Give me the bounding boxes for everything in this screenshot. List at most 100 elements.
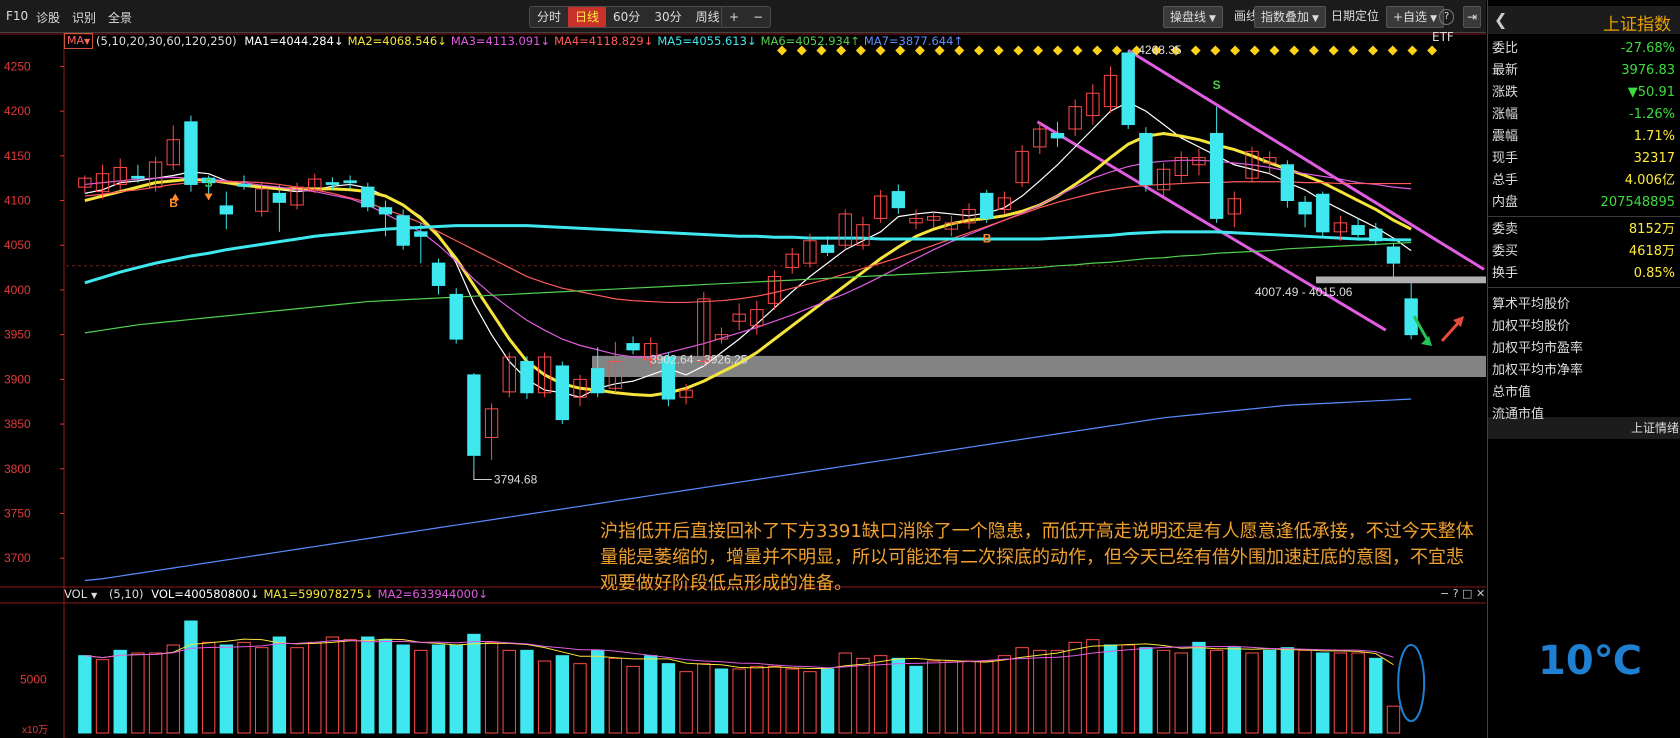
volume-bar: [396, 644, 410, 734]
watchlist-label: +自选: [1393, 10, 1428, 24]
ma-legend-item: MA4=4118.829↓: [554, 34, 654, 48]
event-marker-diamond: [1013, 45, 1024, 56]
volume-bar: [1280, 647, 1295, 734]
quote-row-value: 32317: [1633, 151, 1675, 166]
quote-row-value: 1.71%: [1633, 129, 1675, 144]
period-daily[interactable]: 日线: [568, 7, 607, 27]
etf-link[interactable]: ETF: [1432, 30, 1454, 44]
order-row: 换手 0.85%: [1492, 263, 1675, 285]
candle: [449, 288, 463, 344]
watchlist-button[interactable]: +自选 ▼: [1386, 6, 1444, 28]
candle: [467, 373, 481, 469]
period-60min[interactable]: 60分: [606, 7, 647, 27]
volume-bar: [1174, 652, 1188, 734]
candle: [1103, 66, 1118, 113]
divider: [1488, 287, 1680, 288]
volume-bar: [537, 660, 552, 734]
volume-bar: [237, 641, 251, 734]
event-marker-diamond: [1052, 45, 1063, 56]
sentiment-label: 上证情绪: [1630, 421, 1679, 435]
sell-signal-marker: S: [1213, 78, 1221, 92]
quote-row-label: 内盘: [1492, 195, 1519, 210]
volume-bar: [714, 668, 729, 734]
volume-bar: [1192, 641, 1206, 734]
candle-body: [1280, 164, 1295, 202]
date-locate-button[interactable]: 日期定位: [1325, 6, 1385, 26]
candle: [626, 336, 640, 355]
volume-bar: [325, 636, 340, 734]
volume-bar: [431, 644, 446, 734]
candle: [1174, 151, 1188, 183]
red-up-arrow-icon: [1440, 319, 1462, 343]
sell-signal-marker: S: [205, 176, 213, 190]
candle: [590, 347, 605, 398]
period-30min[interactable]: 30分: [647, 7, 688, 27]
candle-body: [626, 343, 640, 351]
candle: [785, 247, 799, 274]
quote-row-value: -27.68%: [1620, 41, 1675, 56]
order-row-value: 4618万: [1628, 244, 1675, 259]
chevron-left-icon[interactable]: ❮: [1494, 10, 1507, 29]
price-tick-label: 4150: [4, 149, 31, 163]
candle: [1050, 121, 1065, 147]
volume-bar: [1316, 652, 1330, 734]
candle: [767, 270, 782, 310]
zoom-in-button[interactable]: +: [722, 7, 746, 27]
quote-row-label: 震幅: [1492, 129, 1519, 144]
candle: [184, 115, 198, 192]
volume-bar: [1386, 705, 1401, 734]
ma-indicator-select[interactable]: MA▼: [64, 33, 94, 49]
nav-panorama[interactable]: 全景: [108, 9, 132, 26]
period-intraday[interactable]: 分时: [530, 7, 568, 27]
nav-identify[interactable]: 识别: [72, 9, 96, 26]
price-annotations: 3794.68 4268.35 3902.64 - 3926.25 4007.49 -…: [473, 43, 1353, 486]
candle: [1139, 127, 1153, 192]
quote-row-value: 4.006亿: [1624, 173, 1675, 188]
candle: [555, 361, 570, 425]
help-icon[interactable]: ?: [1439, 9, 1455, 25]
ma-line-ma6: [84, 241, 1412, 334]
candlesticks: [78, 50, 1418, 469]
price-tick-label: 3900: [4, 372, 31, 386]
low-pointer: [473, 468, 492, 480]
event-marker-diamond: [1210, 45, 1221, 56]
candle: [891, 184, 906, 214]
quote-row: 涨跌 ▼50.91: [1492, 82, 1675, 104]
index-overlay-button[interactable]: 指数叠加 ▼: [1254, 6, 1326, 28]
candle: [838, 209, 852, 250]
vol-params: (5,10): [108, 587, 144, 601]
quote-row-label: 现手: [1492, 151, 1519, 166]
volume-bar: [308, 641, 322, 734]
volume-bar: [1369, 657, 1383, 734]
event-marker-diamond: [1289, 45, 1300, 56]
volume-bar: [467, 633, 481, 734]
volume-bar: [926, 660, 941, 734]
volume-bar: [361, 636, 375, 734]
collapse-panel-icon[interactable]: ⇥: [1463, 6, 1482, 28]
nav-diagnose[interactable]: 诊股: [36, 9, 60, 26]
quote-row-value: 3976.83: [1621, 63, 1675, 78]
candle: [573, 374, 587, 407]
volume-bar: [1033, 649, 1047, 734]
volume-bar: [573, 663, 587, 734]
candle-body: [361, 186, 375, 208]
trading-line-button[interactable]: 操盘线 ▼: [1163, 6, 1223, 28]
nav-f10[interactable]: F10: [6, 9, 28, 23]
buy-signal-marker: B: [983, 232, 992, 246]
quote-row: 涨幅 -1.26%: [1492, 104, 1675, 126]
event-marker-diamond: [1072, 45, 1083, 56]
price-tick-label: 3750: [4, 506, 31, 520]
candle: [909, 209, 923, 230]
volume-bar: [1121, 644, 1135, 734]
zoom-out-button[interactable]: −: [746, 7, 770, 27]
event-marker-diamond: [1427, 45, 1438, 56]
candle: [343, 175, 357, 189]
gap-range-label: 4007.49 - 4015.06: [1255, 285, 1353, 299]
candle-body: [1369, 228, 1383, 242]
quote-row: 最新 3976.83: [1492, 60, 1675, 82]
vol-indicator-select[interactable]: VOL ▼: [64, 587, 101, 601]
kline-chart[interactable]: BSBS 42504200415041004050400039503900385…: [0, 33, 1486, 738]
candle-body: [396, 215, 410, 246]
candle: [484, 403, 499, 460]
price-tick-label: 4200: [4, 104, 31, 118]
